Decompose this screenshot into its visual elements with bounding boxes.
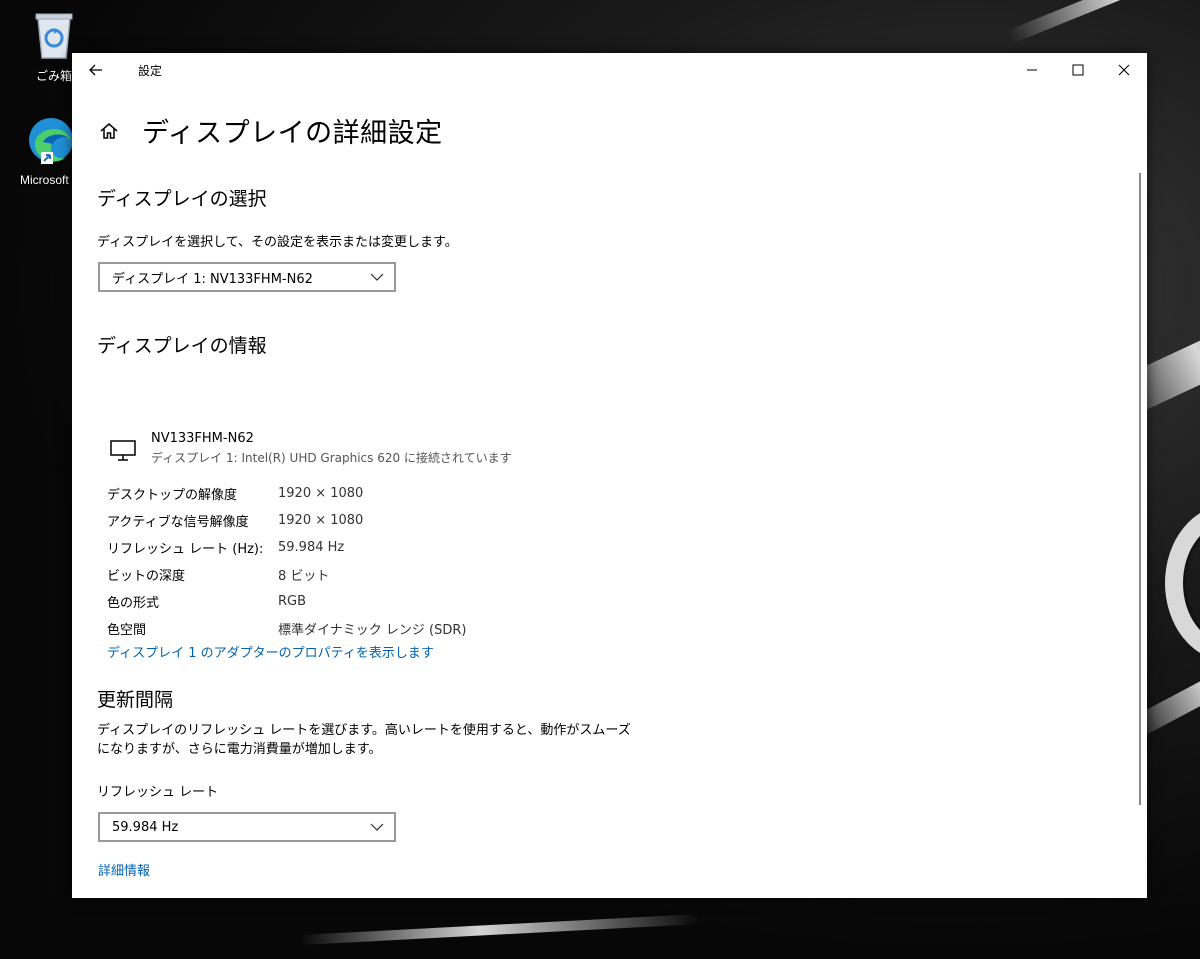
maximize-button[interactable]	[1055, 53, 1101, 87]
display-info-table: デスクトップの解像度 1920 × 1080 アクティブな信号解像度 1920 …	[107, 480, 466, 642]
back-button[interactable]	[72, 53, 120, 87]
info-row: 色空間 標準ダイナミック レンジ (SDR)	[107, 615, 466, 642]
monitor-subtitle: ディスプレイ 1: Intel(R) UHD Graphics 620 に接続さ…	[151, 451, 512, 465]
display-info-heading: ディスプレイの情報	[97, 335, 267, 357]
details-link[interactable]: 詳細情報	[98, 860, 150, 879]
info-value: 59.984 Hz	[278, 540, 345, 555]
adapter-properties-link[interactable]: ディスプレイ 1 のアダプターのプロパティを表示します	[107, 642, 434, 661]
home-icon	[100, 122, 118, 139]
info-value: 1920 × 1080	[278, 486, 364, 501]
page-title: ディスプレイの詳細設定	[142, 118, 443, 149]
info-key: 色空間	[107, 623, 147, 638]
refresh-description-line1: ディスプレイのリフレッシュ レートを選びます。高いレートを使用すると、動作がスム…	[97, 723, 631, 738]
window-title: 設定	[138, 63, 163, 78]
info-row: リフレッシュ レート (Hz): 59.984 Hz	[107, 534, 466, 561]
display-select-description: ディスプレイを選択して、その設定を表示または変更します。	[97, 235, 458, 250]
info-key: デスクトップの解像度	[107, 488, 238, 503]
display-select-value: ディスプレイ 1: NV133FHM-N62	[112, 271, 313, 287]
info-value: 1920 × 1080	[278, 513, 364, 528]
back-arrow-icon	[89, 64, 102, 76]
edge-icon	[29, 118, 73, 164]
minimize-icon	[1027, 69, 1037, 71]
close-icon	[1118, 64, 1130, 76]
refresh-rate-value: 59.984 Hz	[112, 819, 179, 835]
info-value: 8 ビット	[278, 569, 330, 584]
title-bar: 設定	[72, 53, 1147, 87]
info-row: アクティブな信号解像度 1920 × 1080	[107, 507, 466, 534]
info-key: アクティブな信号解像度	[107, 515, 249, 530]
refresh-rate-dropdown[interactable]: 59.984 Hz	[98, 812, 396, 842]
chevron-down-icon	[370, 273, 384, 281]
settings-content: ディスプレイの詳細設定 ディスプレイの選択 ディスプレイを選択して、その設定を表…	[97, 87, 1127, 898]
minimize-button[interactable]	[1009, 53, 1055, 87]
info-row: デスクトップの解像度 1920 × 1080	[107, 480, 466, 507]
info-key: 色の形式	[107, 596, 160, 611]
refresh-heading: 更新間隔	[97, 689, 174, 711]
info-value: RGB	[278, 594, 307, 609]
refresh-description-line2: になりますが、さらに電力消費量が増加します。	[97, 742, 382, 757]
home-button[interactable]	[97, 119, 121, 143]
info-row: ビットの深度 8 ビット	[107, 561, 466, 588]
info-row: 色の形式 RGB	[107, 588, 466, 615]
monitor-info: NV133FHM-N62 ディスプレイ 1: Intel(R) UHD Grap…	[109, 431, 512, 466]
display-select-dropdown[interactable]: ディスプレイ 1: NV133FHM-N62	[98, 262, 396, 292]
settings-window: 設定 ディスプレイの詳細設定 ディスプレイの選択 ディスプレイを選択して、その設…	[72, 53, 1147, 898]
refresh-rate-label: リフレッシュ レート	[97, 785, 219, 800]
monitor-name: NV133FHM-N62	[151, 431, 254, 446]
info-key: リフレッシュ レート (Hz):	[107, 542, 264, 557]
maximize-icon	[1072, 64, 1084, 76]
display-select-heading: ディスプレイの選択	[97, 188, 267, 210]
monitor-icon	[110, 440, 136, 461]
chevron-down-icon	[370, 823, 384, 831]
info-value: 標準ダイナミック レンジ (SDR)	[278, 623, 467, 638]
recycle-bin-icon	[35, 13, 73, 59]
page-header: ディスプレイの詳細設定	[97, 111, 443, 150]
window-controls	[1009, 53, 1147, 87]
info-key: ビットの深度	[107, 569, 186, 584]
scrollbar[interactable]	[1139, 173, 1141, 805]
close-button[interactable]	[1101, 53, 1147, 87]
